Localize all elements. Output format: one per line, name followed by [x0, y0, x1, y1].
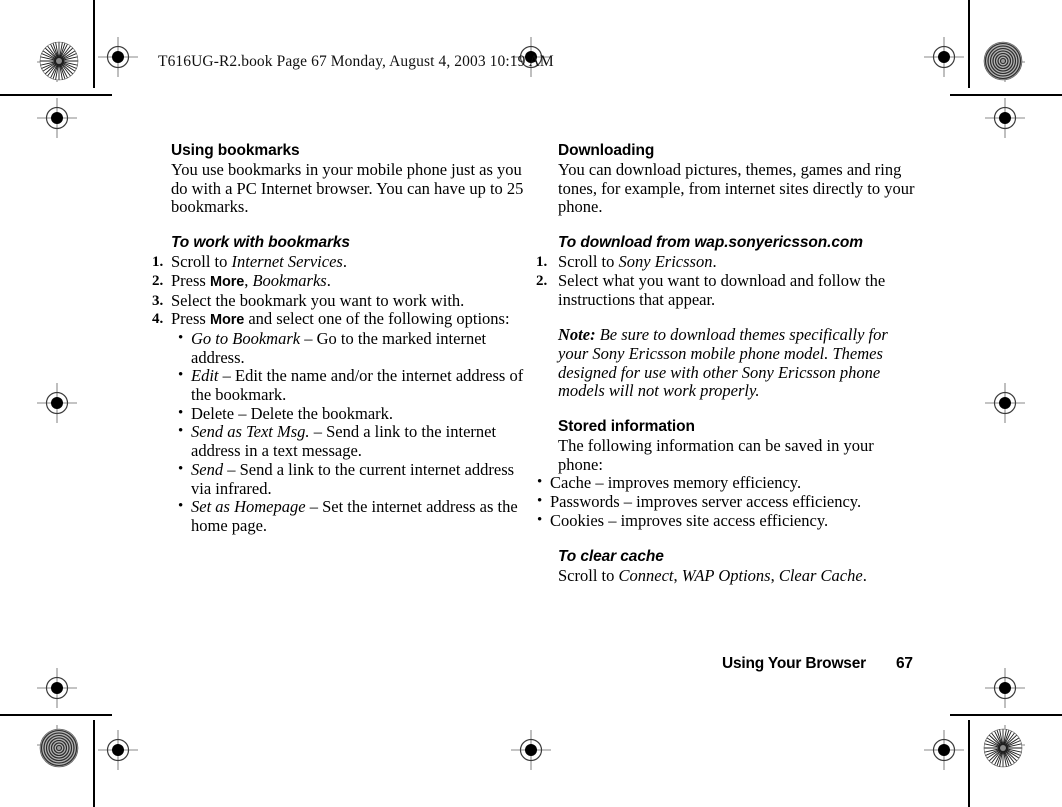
file-stamp-header: T616UG-R2.book Page 67 Monday, August 4,… [158, 53, 554, 70]
document-page: T616UG-R2.book Page 67 Monday, August 4,… [0, 0, 1062, 807]
option-term: Delete [191, 403, 235, 423]
list-item: Select what you want to download and fol… [536, 270, 921, 309]
paragraph-bookmarks-intro: You use bookmarks in your mobile phone j… [171, 160, 524, 217]
note-text: Be sure to download themes specifically … [558, 325, 888, 401]
option-term: Set as Homepage [191, 497, 306, 517]
step-text-italic: Internet Services [231, 252, 343, 272]
menu-path-3: Clear Cache [778, 565, 863, 585]
bookmark-options-list: Go to Bookmark – Go to the marked intern… [177, 328, 527, 536]
list-item: Send as Text Msg. – Send a link to the i… [177, 422, 527, 460]
stored-information-list: Cache – improves memory efficiency. Pass… [536, 473, 921, 531]
footer-page-number: 67 [895, 655, 913, 672]
option-desc: – Edit the name and/or the internet addr… [191, 366, 524, 405]
option-term: Go to Bookmark [191, 328, 301, 348]
footer-section-title: Using Your Browser [722, 655, 866, 672]
list-item: Select the bookmark you want to work wit… [152, 290, 527, 311]
option-desc: – Send a link to the current internet ad… [191, 459, 515, 498]
subheading-to-work-with-bookmarks: To work with bookmarks [171, 234, 350, 252]
step-text-pre: Scroll to [171, 252, 232, 272]
list-item: Send – Send a link to the current intern… [177, 459, 527, 498]
clear-cache-post: . [862, 565, 867, 585]
step-text-pre: Scroll to [558, 252, 619, 272]
step-text-mid: and select one of the following options: [244, 309, 510, 329]
left-column: Using bookmarks You use bookmarks in you… [152, 142, 527, 536]
menu-path-2: WAP Options [681, 565, 771, 585]
list-item: Set as Homepage – Set the internet addre… [177, 497, 527, 535]
ordered-steps-bookmarks: Scroll to Internet Services. Press More,… [152, 252, 527, 536]
note-label: Note: [558, 325, 596, 345]
list-item: Go to Bookmark – Go to the marked intern… [177, 328, 527, 367]
menu-path-1: Connect [618, 565, 674, 585]
option-term: Send as Text Msg. [191, 422, 310, 442]
paragraph-downloading-intro: You can download pictures, themes, games… [558, 160, 915, 217]
list-item: Press More, Bookmarks. [152, 270, 527, 292]
list-item: Scroll to Internet Services. [152, 252, 527, 272]
list-item: Delete – Delete the bookmark. [177, 403, 527, 424]
note-block: Note: Be sure to download themes specifi… [558, 325, 921, 401]
list-item: Cache – improves memory efficiency. [536, 473, 921, 493]
option-term: Send [191, 459, 224, 479]
step-text-pre: Press [171, 270, 210, 290]
subheading-to-download: To download from wap.sonyericsson.com [558, 234, 863, 252]
clear-cache-pre: Scroll to [558, 565, 619, 585]
right-column: Downloading You can download pictures, t… [536, 142, 921, 585]
paragraph-clear-cache: Scroll to Connect, WAP Options, Clear Ca… [558, 565, 921, 586]
list-item: Press More and select one of the followi… [152, 309, 527, 536]
menu-sep: , [770, 565, 779, 585]
list-item: Edit – Edit the name and/or the internet… [177, 366, 527, 405]
option-term: Edit [191, 366, 219, 386]
step-text-post: . [326, 270, 331, 290]
step-text-pre: Press [171, 309, 210, 329]
list-item: Cookies – improves site access efficienc… [536, 511, 921, 531]
ordered-steps-download: Scroll to Sony Ericsson. Select what you… [536, 252, 921, 309]
heading-stored-information: Stored information [558, 418, 695, 436]
step-text-pre: Select what you want to download and fol… [558, 270, 886, 309]
heading-downloading: Downloading [558, 142, 655, 159]
menu-sep: , [673, 565, 682, 585]
step-text-italic: Sony Ericsson [618, 252, 713, 272]
option-desc: – Delete the bookmark. [234, 403, 394, 423]
step-text-post: . [712, 252, 717, 272]
subheading-to-clear-cache: To clear cache [558, 547, 664, 565]
step-text-pre: Select the bookmark you want to work wit… [171, 290, 465, 310]
list-item: Scroll to Sony Ericsson. [536, 252, 921, 272]
step-text-post: . [342, 252, 347, 272]
list-item: Passwords – improves server access effic… [536, 492, 921, 512]
page-footer: Using Your Browser 67 [722, 655, 913, 673]
heading-using-bookmarks: Using bookmarks [171, 142, 300, 159]
step-text-italic: Bookmarks [252, 270, 327, 290]
softkey-label: More [209, 312, 245, 329]
paragraph-stored-intro: The following information can be saved i… [558, 436, 874, 474]
softkey-label: More [209, 273, 245, 290]
